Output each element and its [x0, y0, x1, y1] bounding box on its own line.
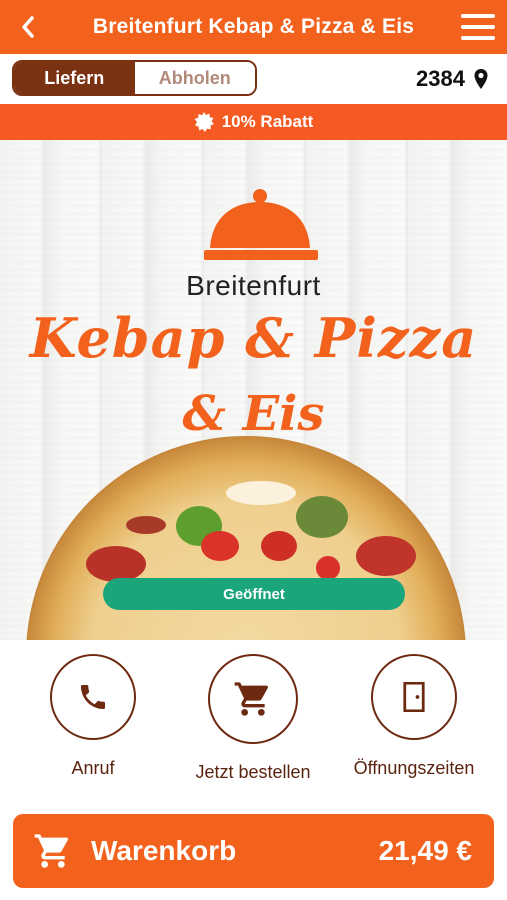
page-title: Breitenfurt Kebap & Pizza & Eis	[92, 15, 415, 38]
discount-text: 10% Rabatt	[221, 112, 314, 131]
menu-icon	[461, 14, 495, 18]
location-pin-icon	[474, 69, 488, 89]
discount-banner: 10% Rabatt	[0, 104, 507, 140]
cart-button[interactable]: Warenkorb 21,49 €	[13, 814, 494, 888]
call-button[interactable]	[50, 654, 136, 740]
cart-label: Warenkorb	[91, 835, 237, 866]
brand-title-line2: & Eis	[182, 386, 325, 442]
mode-bar: Liefern Abholen 2384	[0, 54, 507, 104]
hours-label: Öffnungszeiten	[353, 758, 475, 778]
brand-title-line1: Kebap & Pizza	[29, 306, 478, 370]
deliver-option[interactable]: Liefern	[14, 62, 135, 94]
cart-icon	[234, 682, 268, 716]
call-action[interactable]: Anruf	[33, 654, 153, 779]
pickup-option[interactable]: Abholen	[134, 62, 255, 94]
quick-actions: Anruf Jetzt bestellen Öffnungszeiten	[0, 640, 507, 810]
open-status-badge: Geöffnet	[103, 578, 405, 610]
restaurant-city: Breitenfurt	[186, 270, 321, 301]
order-action[interactable]: Jetzt bestellen	[193, 654, 313, 783]
postal-code: 2384	[416, 66, 465, 91]
hero-banner: Breitenfurt Kebap & Pizza & Eis Geöffnet	[0, 140, 507, 640]
back-button[interactable]	[14, 13, 42, 41]
chevron-left-icon	[22, 16, 34, 38]
door-icon	[403, 682, 425, 712]
cart-total: 21,49 €	[378, 835, 472, 866]
order-label: Jetzt bestellen	[195, 762, 311, 782]
menu-button[interactable]	[461, 14, 495, 40]
badge-icon	[194, 112, 214, 132]
delivery-mode-toggle: Liefern Abholen	[12, 60, 257, 96]
hours-action[interactable]: Öffnungszeiten	[354, 654, 474, 779]
cart-icon	[33, 831, 73, 871]
call-label: Anruf	[71, 758, 115, 778]
top-bar: Breitenfurt Kebap & Pizza & Eis	[0, 0, 507, 54]
hours-button[interactable]	[371, 654, 457, 740]
order-button[interactable]	[208, 654, 298, 744]
phone-icon	[81, 685, 105, 709]
cloche-logo-icon	[204, 189, 318, 260]
postal-code-selector[interactable]: 2384	[416, 66, 489, 92]
